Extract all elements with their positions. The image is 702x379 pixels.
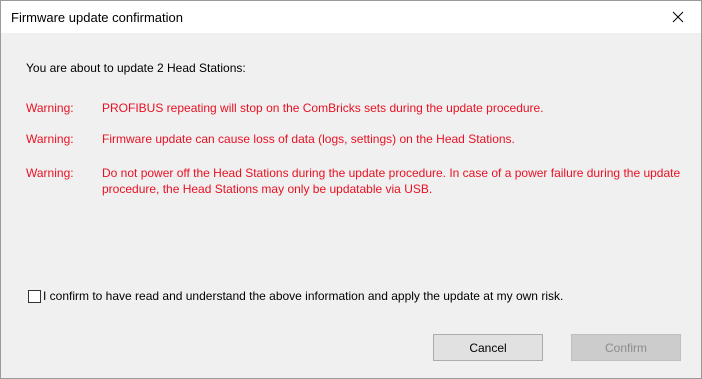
warning-label: Warning: xyxy=(26,132,74,146)
confirm-checkbox[interactable] xyxy=(28,289,41,303)
dialog-body: You are about to update 2 Head Stations:… xyxy=(1,33,701,378)
confirm-checkbox-label[interactable]: I confirm to have read and understand th… xyxy=(43,289,563,303)
confirm-checkbox-row[interactable]: I confirm to have read and understand th… xyxy=(28,289,563,303)
close-button[interactable] xyxy=(655,1,701,33)
warning-label: Warning: xyxy=(26,166,74,180)
firmware-update-dialog: Firmware update confirmation You are abo… xyxy=(0,0,702,379)
cancel-button[interactable]: Cancel xyxy=(433,334,543,361)
intro-text: You are about to update 2 Head Stations: xyxy=(26,61,246,75)
close-icon xyxy=(672,11,684,23)
warning-label: Warning: xyxy=(26,101,74,115)
warning-text: Do not power off the Head Stations durin… xyxy=(102,166,681,196)
dialog-title: Firmware update confirmation xyxy=(11,10,183,25)
warning-item: Warning: Firmware update can cause loss … xyxy=(26,131,696,147)
confirm-button[interactable]: Confirm xyxy=(571,334,681,361)
warning-text: Firmware update can cause loss of data (… xyxy=(102,132,515,146)
title-bar[interactable]: Firmware update confirmation xyxy=(1,1,701,33)
warning-item: Warning: PROFIBUS repeating will stop on… xyxy=(26,100,696,116)
warning-item: Warning: Do not power off the Head Stati… xyxy=(26,165,696,199)
warning-text: PROFIBUS repeating will stop on the ComB… xyxy=(102,101,544,115)
